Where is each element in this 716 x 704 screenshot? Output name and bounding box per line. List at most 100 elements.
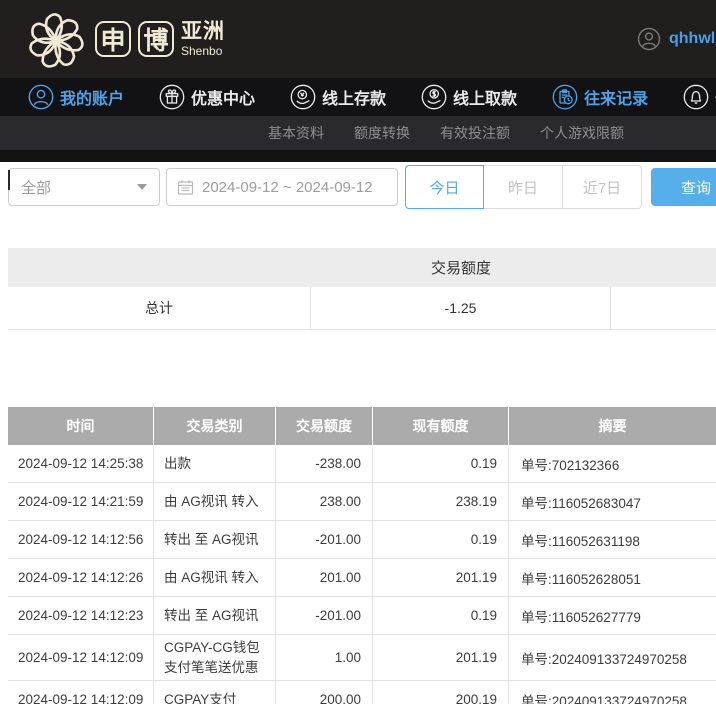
cell-summary: 单号:116052631198 xyxy=(508,521,716,558)
cell-balance: 200.19 xyxy=(372,681,508,704)
date-range-value: 2024-09-12 ~ 2024-09-12 xyxy=(202,179,373,196)
cell-amount: 200.00 xyxy=(275,681,372,704)
chevron-down-icon xyxy=(137,184,147,190)
table-row: 2024-09-12 14:25:38 出款 -238.00 0.19 单号:7… xyxy=(8,445,716,483)
logo-char-box-1: 申 xyxy=(95,21,131,57)
header-divider xyxy=(0,150,716,162)
cell-summary: 单号:202409133724970258 xyxy=(508,681,716,704)
cell-summary: 单号:116052683047 xyxy=(508,483,716,520)
cell-time: 2024-09-12 14:12:56 xyxy=(8,521,153,558)
page: 申 博 亚洲 Shenbo qhhwl 我的账户 xyxy=(0,0,716,704)
transactions-table: 时间 交易类别 交易额度 现有额度 摘要 2024-09-12 14:25:38… xyxy=(8,407,716,704)
nav-item-deposit[interactable]: 线上存款 xyxy=(290,84,386,110)
table-row: 2024-09-12 14:12:26 由 AG视讯 转入 201.00 201… xyxy=(8,559,716,597)
cell-summary: 单号:702132366 xyxy=(508,445,716,482)
column-header-summary: 摘要 xyxy=(508,407,716,445)
nav-item-my-account[interactable]: 我的账户 xyxy=(28,84,124,110)
cell-time: 2024-09-12 14:21:59 xyxy=(8,483,153,520)
cell-summary: 单号:202409133724970258 xyxy=(508,635,716,680)
cell-amount: -238.00 xyxy=(275,445,372,482)
cell-time: 2024-09-12 14:25:38 xyxy=(8,445,153,482)
logo-char-box-2: 博 xyxy=(138,21,174,57)
column-header-balance: 现有额度 xyxy=(372,407,508,445)
search-button[interactable]: 查询 xyxy=(651,168,716,206)
subnav-item-valid-bets[interactable]: 有效投注额 xyxy=(440,123,510,143)
cell-amount: 1.00 xyxy=(275,635,372,680)
records-icon xyxy=(552,84,578,110)
column-header-time: 时间 xyxy=(8,407,153,445)
nav-label: 优惠中心 xyxy=(191,85,255,109)
column-header-amount: 交易额度 xyxy=(275,407,372,445)
summary-header-label: 交易额度 xyxy=(311,257,611,278)
withdraw-icon xyxy=(421,84,447,110)
table-row: 2024-09-12 14:12:09 CGPAY支付 200.00 200.1… xyxy=(8,681,716,704)
user-icon xyxy=(28,84,54,110)
table-row: 2024-09-12 14:12:23 转出 至 AG视讯 -201.00 0.… xyxy=(8,597,716,635)
main-navbar: 我的账户 优惠中心 线上存款 xyxy=(0,78,716,116)
subnav-item-basic-info[interactable]: 基本资料 xyxy=(268,123,324,143)
last7days-button[interactable]: 近7日 xyxy=(563,165,642,209)
cell-type: 出款 xyxy=(153,445,275,482)
table-row: 2024-09-12 14:12:09 CGPAY-CG钱包支付笔笔送优惠 1.… xyxy=(8,635,716,681)
table-row: 2024-09-12 14:12:56 转出 至 AG视讯 -201.00 0.… xyxy=(8,521,716,559)
cell-balance: 0.19 xyxy=(372,597,508,634)
cell-time: 2024-09-12 14:12:23 xyxy=(8,597,153,634)
date-range-input[interactable]: 2024-09-12 ~ 2024-09-12 xyxy=(166,168,398,206)
logo-latin-text: Shenbo xyxy=(181,45,225,57)
cell-type: CGPAY-CG钱包支付笔笔送优惠 xyxy=(153,635,275,680)
quick-date-buttons: 今日 昨日 近7日 xyxy=(405,165,642,209)
summary-total-row: 总计 -1.25 xyxy=(8,287,716,330)
cell-time: 2024-09-12 14:12:09 xyxy=(8,635,153,680)
cell-balance: 0.19 xyxy=(372,521,508,558)
cell-type: 转出 至 AG视讯 xyxy=(153,521,275,558)
nav-item-promotions[interactable]: 优惠中心 xyxy=(159,84,255,110)
cell-amount: -201.00 xyxy=(275,521,372,558)
bell-icon xyxy=(683,84,709,110)
deposit-icon xyxy=(290,84,316,110)
nav-item-withdraw[interactable]: 线上取款 xyxy=(421,84,517,110)
nav-label: 线上存款 xyxy=(322,85,386,109)
topbar: 申 博 亚洲 Shenbo qhhwl xyxy=(0,0,716,78)
user-account[interactable]: qhhwl xyxy=(637,0,715,78)
cell-summary: 单号:116052627779 xyxy=(508,597,716,634)
cell-time: 2024-09-12 14:12:26 xyxy=(8,559,153,596)
table-row: 2024-09-12 14:21:59 由 AG视讯 转入 238.00 238… xyxy=(8,483,716,521)
cell-type: 由 AG视讯 转入 xyxy=(153,559,275,596)
summary-header: 交易额度 xyxy=(8,248,716,287)
subnav-item-credit-transfer[interactable]: 额度转换 xyxy=(354,123,410,143)
cell-type: 转出 至 AG视讯 xyxy=(153,597,275,634)
summary-table: 交易额度 总计 -1.25 xyxy=(8,248,716,330)
select-focus-caret xyxy=(8,170,10,190)
summary-total-label: 总计 xyxy=(8,287,311,329)
avatar-icon xyxy=(637,27,661,51)
gift-icon xyxy=(159,84,185,110)
table-header-row: 时间 交易类别 交易额度 现有额度 摘要 xyxy=(8,407,716,445)
today-button[interactable]: 今日 xyxy=(405,165,484,209)
sub-navbar: 基本资料 额度转换 有效投注额 个人游戏限额 xyxy=(0,116,716,150)
calendar-icon xyxy=(177,179,194,196)
cell-balance: 201.19 xyxy=(372,635,508,680)
cell-type: CGPAY支付 xyxy=(153,681,275,704)
cell-balance: 201.19 xyxy=(372,559,508,596)
cell-amount: 201.00 xyxy=(275,559,372,596)
subnav-item-game-limits[interactable]: 个人游戏限额 xyxy=(540,123,624,143)
username[interactable]: qhhwl xyxy=(669,30,715,48)
cell-amount: -201.00 xyxy=(275,597,372,634)
nav-label: 线上取款 xyxy=(453,85,517,109)
filter-bar: 全部 2024-09-12 ~ 2024-09-12 今日 昨日 近7日 查询 xyxy=(0,162,716,248)
transaction-type-select[interactable]: 全部 xyxy=(8,168,160,206)
select-value: 全部 xyxy=(21,177,51,198)
cell-balance: 238.19 xyxy=(372,483,508,520)
cell-type: 由 AG视讯 转入 xyxy=(153,483,275,520)
nav-item-transaction-records[interactable]: 往来记录 xyxy=(552,84,648,110)
summary-total-value: -1.25 xyxy=(311,287,611,329)
yesterday-button[interactable]: 昨日 xyxy=(484,165,563,209)
cell-amount: 238.00 xyxy=(275,483,372,520)
logo-region-text: 亚洲 xyxy=(181,21,225,42)
nav-item-messages[interactable]: 信息 xyxy=(683,84,716,110)
brand-logo: 申 博 亚洲 Shenbo xyxy=(24,7,225,71)
flower-logo-icon xyxy=(24,7,88,71)
cell-summary: 单号:116052628051 xyxy=(508,559,716,596)
column-header-type: 交易类别 xyxy=(153,407,275,445)
nav-label: 我的账户 xyxy=(60,85,124,109)
